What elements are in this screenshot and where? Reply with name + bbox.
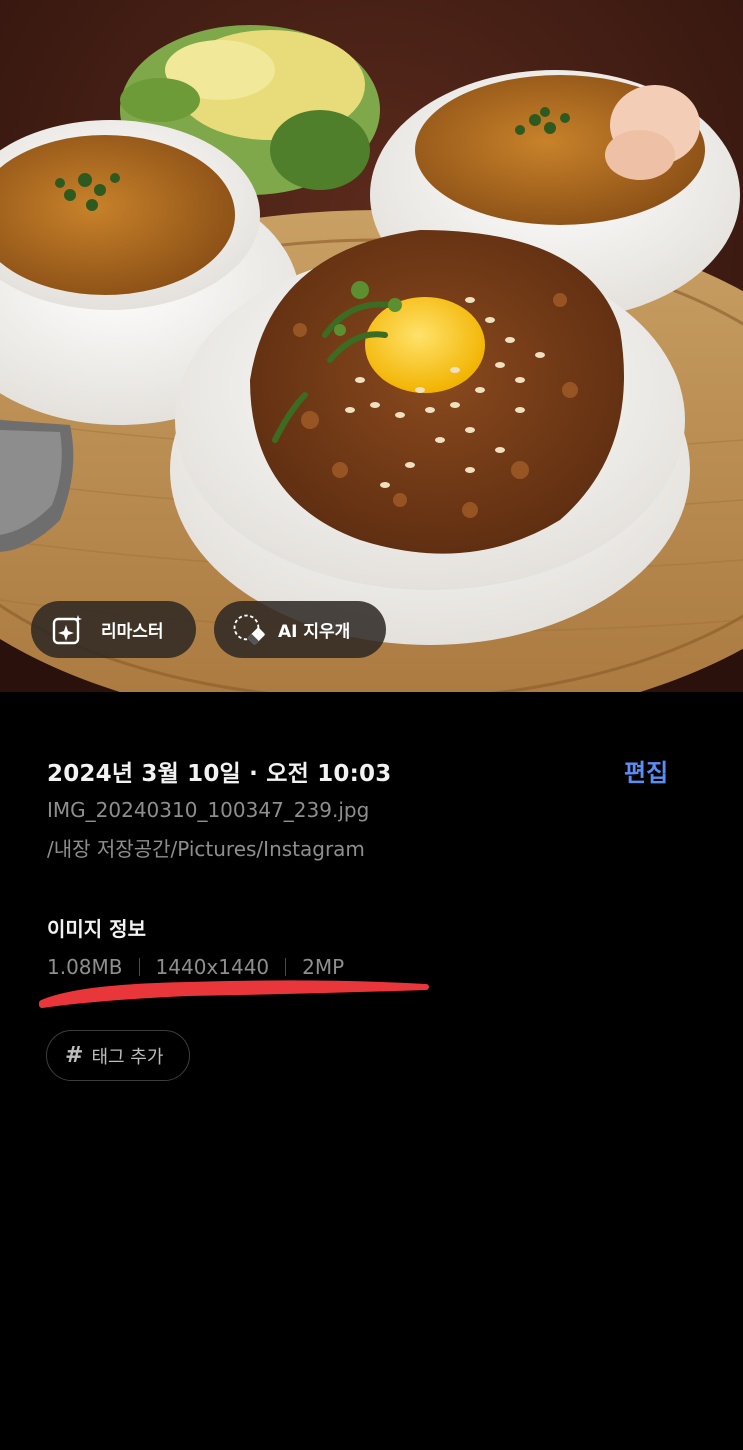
food-photo	[0, 0, 743, 692]
capture-datetime: 2024년 3월 10일 · 오전 10:03	[47, 761, 392, 787]
file-path: /내장 저장공간/Pictures/Instagram	[47, 837, 365, 861]
photo-view[interactable]: 리마스터 AI 지우개	[0, 0, 743, 692]
divider	[285, 958, 287, 976]
ai-eraser-label: AI 지우개	[278, 622, 351, 642]
eraser-icon	[233, 614, 265, 645]
red-underline-annotation	[39, 980, 429, 1008]
add-tag-button[interactable]: # 태그 추가	[46, 1030, 190, 1081]
divider	[138, 958, 140, 976]
remaster-label: 리마스터	[101, 622, 164, 642]
remaster-button[interactable]: 리마스터	[31, 601, 196, 658]
add-tag-label: 태그 추가	[91, 1046, 164, 1068]
file-name: IMG_20240310_100347_239.jpg	[47, 798, 370, 822]
details-panel: 2024년 3월 10일 · 오전 10:03 편집 IMG_20240310_…	[0, 692, 743, 1450]
edit-button[interactable]: 편집	[624, 753, 668, 788]
sparkle-frame-icon	[52, 614, 82, 644]
ai-eraser-button[interactable]: AI 지우개	[214, 601, 386, 658]
image-info-title: 이미지 정보	[47, 917, 146, 941]
hash-icon: #	[65, 1043, 84, 1068]
